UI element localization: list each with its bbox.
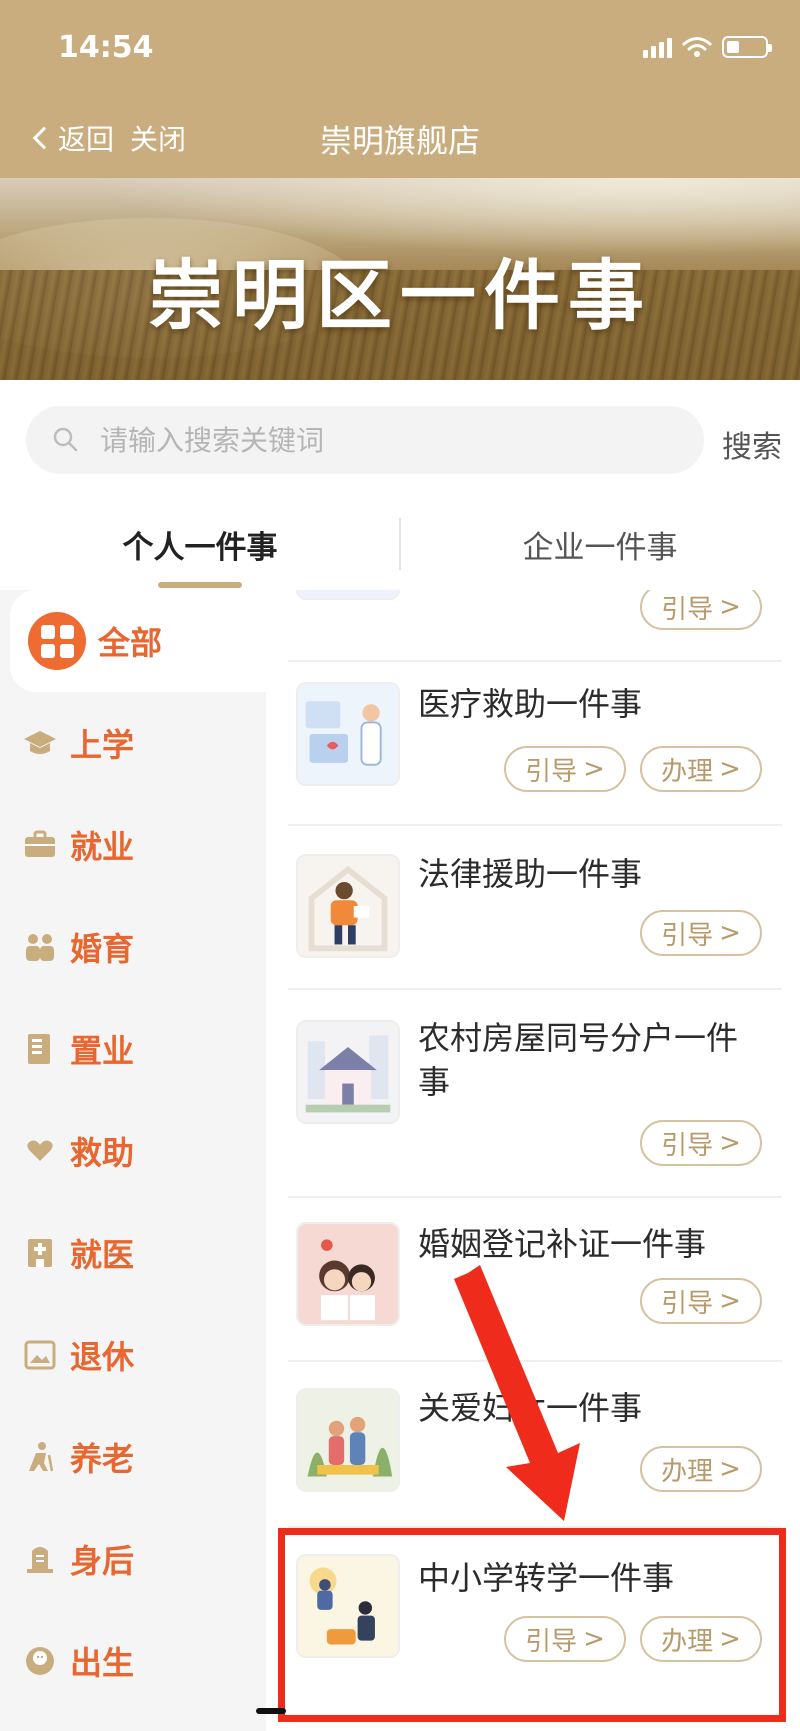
item-title: 法律援助一件事 [418,855,643,893]
handle-button[interactable]: 办理 > [640,1446,762,1492]
grid-icon [28,612,86,670]
search-input[interactable] [98,416,678,464]
red-arrow-annotation [454,1265,580,1521]
sidebar-item-label: 上学 [70,726,135,764]
highlight-box-annotation [278,1528,786,1722]
guide-label: 引导 [661,1130,714,1161]
tab-enterprise[interactable]: 企业一件事 [400,498,800,590]
sidebar-item-employment[interactable]: 就业 [0,794,266,896]
hero-banner: 崇明区一件事 [0,178,800,380]
guide-label: 引导 [661,920,714,951]
briefcase-icon [25,830,55,857]
header-bar: 14:54 返回 关闭 崇明旗舰店 [0,0,800,178]
women-care-illustration [296,1388,400,1492]
sidebar-item-aid[interactable]: 救助 [0,1100,266,1202]
guide-button[interactable]: 引导 > [640,910,762,956]
sidebar-item-label: 全部 [98,624,163,662]
page-title: 崇明旗舰店 [319,122,480,160]
chevron-right-icon: > [719,918,741,948]
chevron-right-icon: > [719,1454,741,1484]
house-illustration [296,1020,400,1124]
item-title: 农村房屋同号分户一件事 [418,1019,739,1101]
sidebar-item-retirement[interactable]: 退休 [0,1304,266,1406]
search-row: 搜索 [0,380,800,498]
hospital-icon [28,1239,52,1267]
heart-hand-icon [27,1140,53,1161]
item-title: 医疗救助一件事 [418,685,643,723]
chevron-right-icon: > [719,1128,741,1158]
guide-button[interactable]: 引导 > [640,1120,762,1166]
guide-button[interactable]: 引导 > [640,1278,762,1324]
item-title: 婚姻登记补证一件事 [418,1225,707,1263]
signal-icon [643,36,672,58]
sidebar-item-property[interactable]: 置业 [0,998,266,1100]
sidebar-item-posthumous[interactable]: 身后 [0,1508,266,1610]
couple-icon [26,934,54,961]
sidebar-item-label: 置业 [70,1032,135,1070]
sidebar-item-label: 救助 [70,1134,135,1172]
chevron-right-icon: > [719,592,741,622]
sidebar-item-all[interactable]: 全部 [10,590,266,692]
cut-thumbnail [296,590,400,600]
chevron-right-icon: > [719,754,741,784]
building-doc-icon [28,1034,50,1064]
marriage-illustration [296,1222,400,1326]
guide-label: 引导 [525,756,578,787]
list-item[interactable]: 农村房屋同号分户一件事 引导 > [288,990,782,1198]
sidebar-item-birth[interactable]: 出生 [0,1610,266,1712]
picture-frame-icon [24,1340,56,1370]
sidebar-item-label: 婚育 [70,930,135,968]
graduation-cap-icon [24,731,56,754]
tab-bar: 个人一件事 企业一件事 [0,498,800,590]
wifi-icon [682,37,712,57]
guide-label: 引导 [661,594,714,625]
search-icon [53,427,78,452]
tab-personal[interactable]: 个人一件事 [0,498,400,590]
guide-button[interactable]: 引导 > [504,746,626,792]
banner-title: 崇明区一件事 [148,251,652,340]
sidebar-item-label: 养老 [70,1440,135,1478]
guide-button[interactable]: 引导 > [640,590,762,630]
status-time: 14:54 [58,30,154,65]
handle-label: 办理 [661,1456,714,1487]
list-item[interactable]: 法律援助一件事 引导 > [288,826,782,990]
chevron-right-icon: > [719,1286,741,1316]
sidebar-item-school[interactable]: 上学 [0,692,266,794]
status-icons [643,36,772,58]
legal-aid-illustration [296,854,400,958]
search-box[interactable] [26,406,704,474]
sidebar-item-label: 就医 [70,1236,135,1274]
memorial-icon [27,1547,53,1573]
sidebar-item-label: 退休 [70,1338,135,1376]
active-tab-indicator [158,582,242,588]
sidebar-item-medical[interactable]: 就医 [0,1202,266,1304]
screen: 14:54 返回 关闭 崇明旗舰店 崇明区一件事 请输入搜索关键词 搜索 个人一… [0,0,800,1731]
sidebar-item-marriage[interactable]: 婚育 [0,896,266,998]
list-item: 引导 > [288,590,782,662]
home-indicator [256,1708,286,1714]
medical-illustration [296,682,400,786]
list-item[interactable]: 医疗救助一件事 引导 > 办理 > [288,662,782,826]
handle-button[interactable]: 办理 > [640,746,762,792]
search-button[interactable]: 搜索 [722,422,782,466]
sidebar-item-elderly-care[interactable]: 养老 [0,1406,266,1508]
battery-icon [722,36,772,58]
guide-label: 引导 [661,1288,714,1319]
sidebar-item-label: 身后 [70,1542,135,1580]
sidebar-item-label: 出生 [70,1644,135,1682]
baby-icon [26,1647,54,1675]
handle-label: 办理 [661,756,714,787]
elderly-icon [29,1442,54,1472]
sidebar-item-label: 就业 [70,828,135,866]
category-sidebar: 全部 上学 就业 婚育 置业 救助 就医 退休 养老 身后 出生 [0,590,266,1731]
chevron-right-icon: > [583,754,605,784]
